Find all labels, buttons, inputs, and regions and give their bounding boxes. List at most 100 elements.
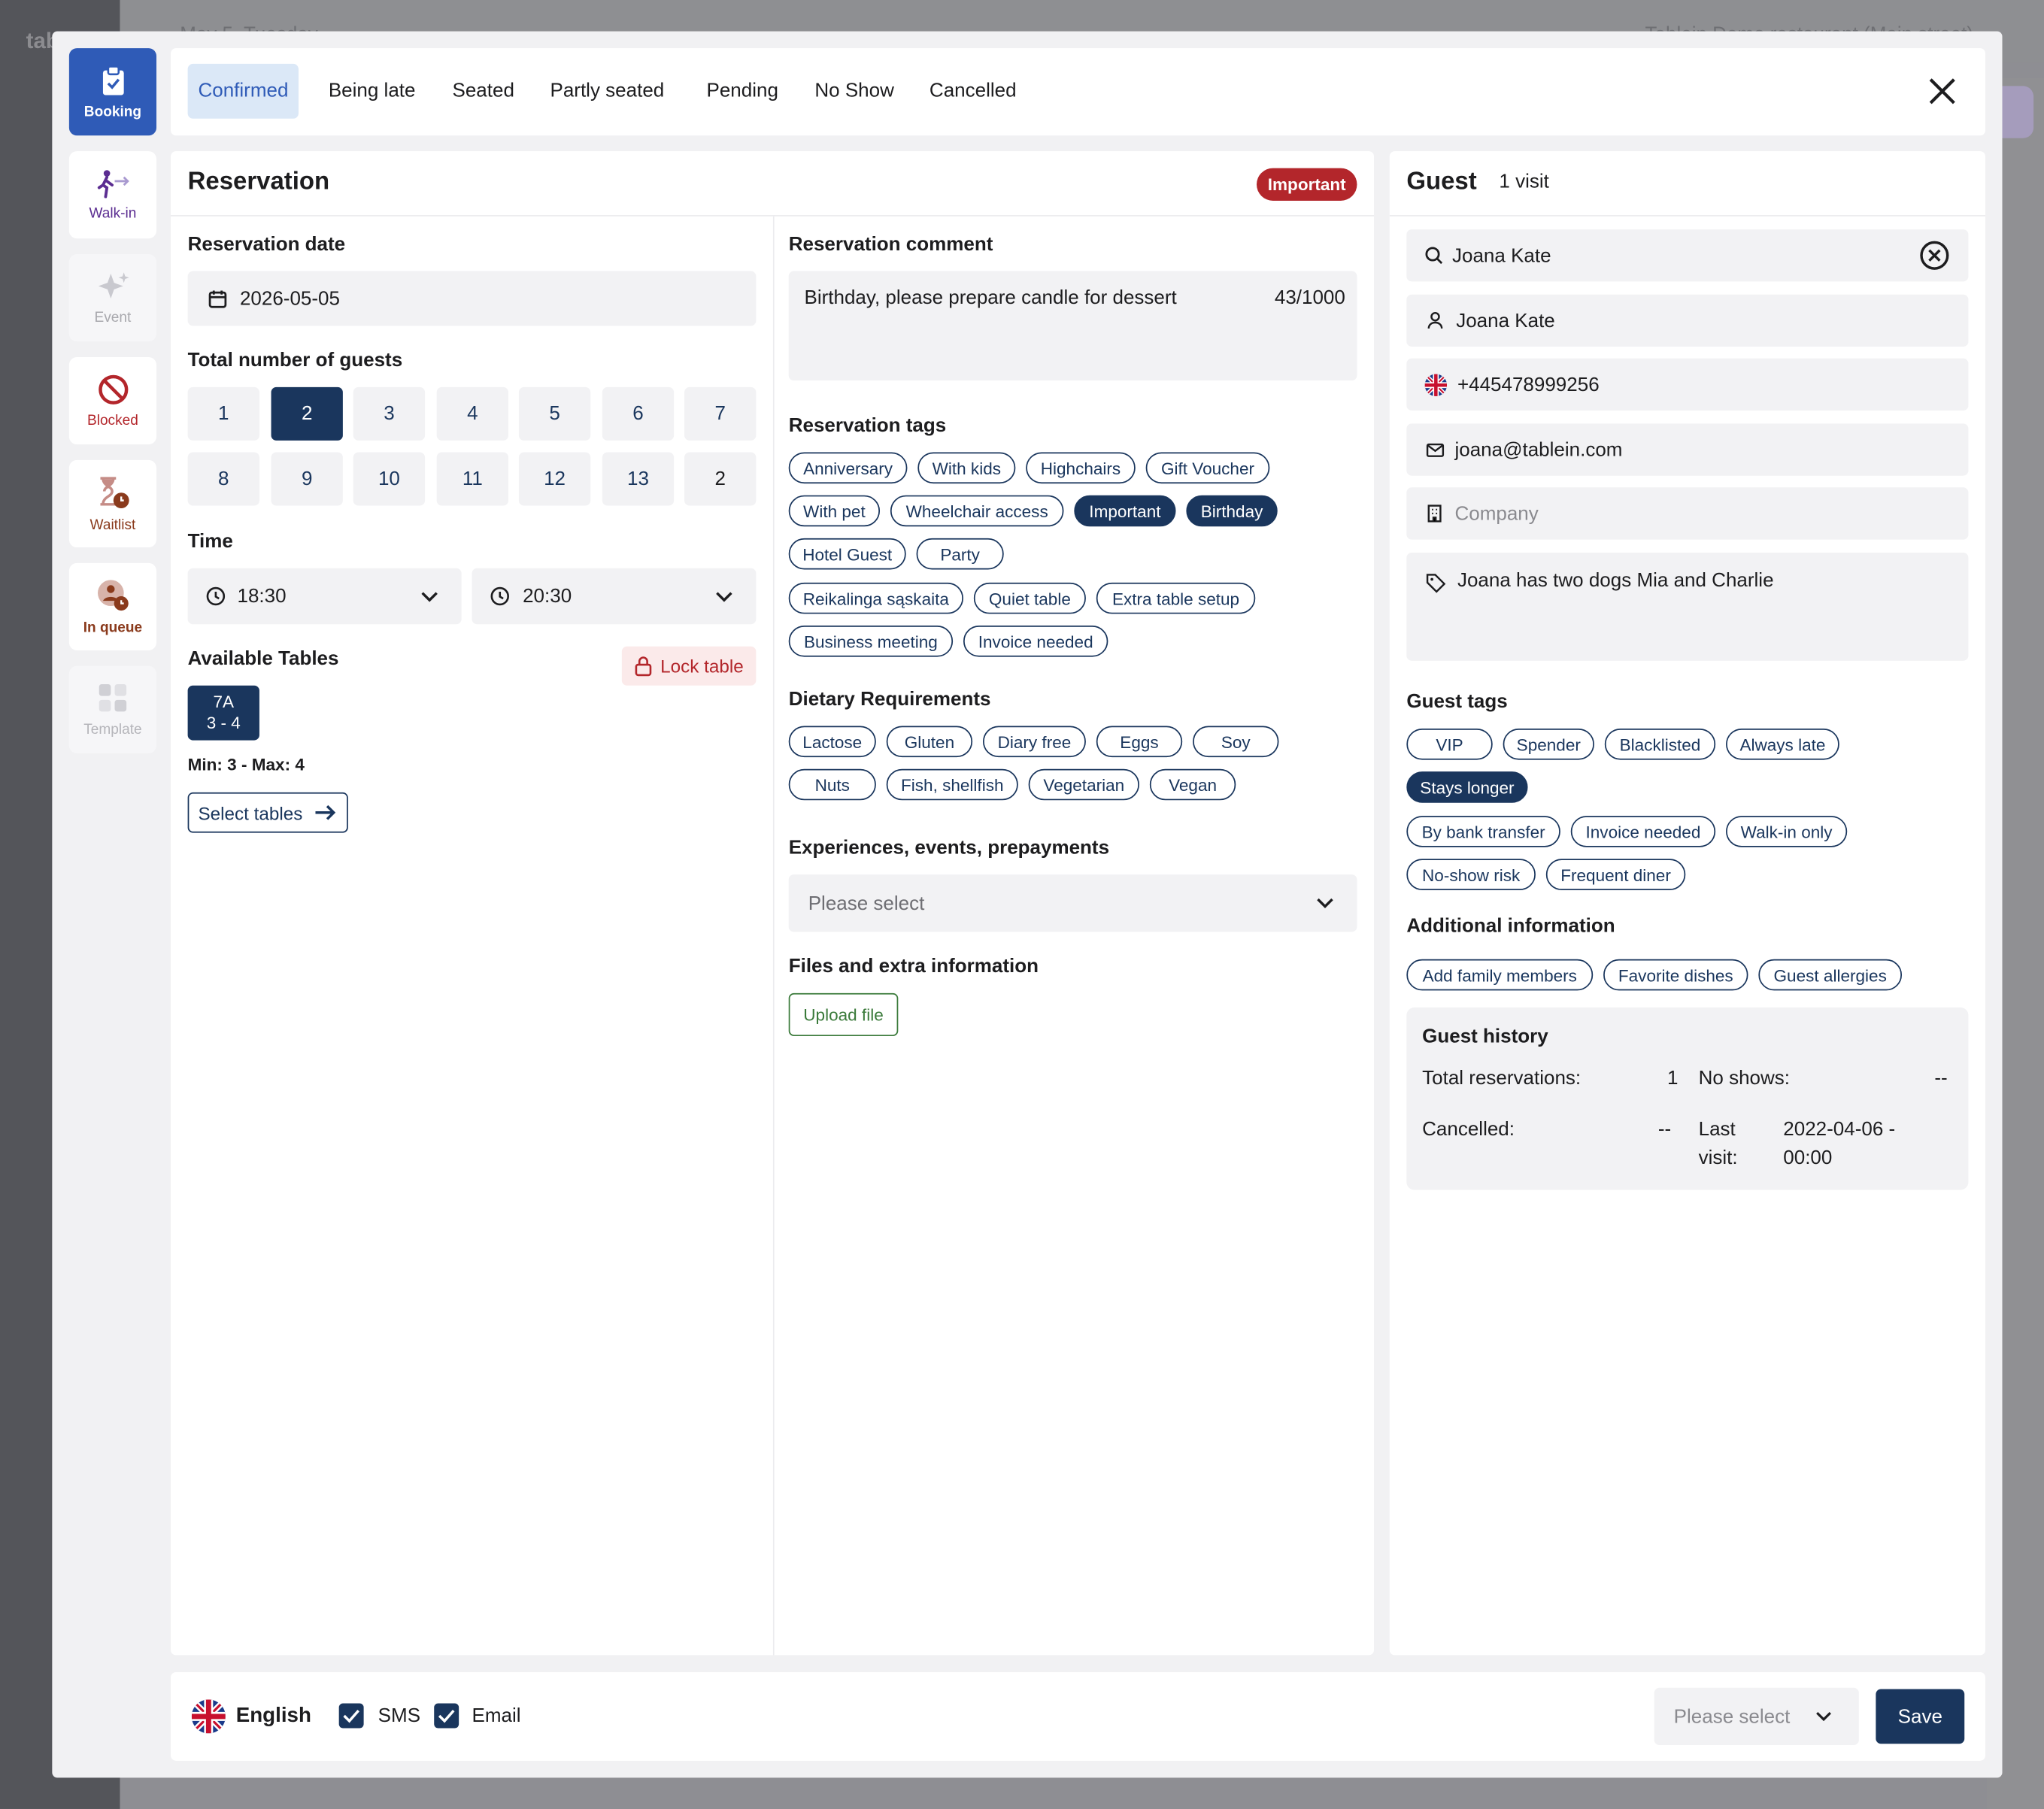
lock-table-button[interactable]: Lock table [621, 646, 757, 686]
dietary-tag[interactable]: Vegetarian [1028, 768, 1139, 801]
search-icon [1425, 247, 1443, 265]
guest-phone-value: +445478999256 [1457, 373, 1600, 396]
guest-count-button[interactable]: 6 [602, 386, 675, 441]
guest-visits: 1 visit [1499, 171, 1549, 193]
dietary-tag[interactable]: Diary free [982, 726, 1086, 758]
last-visit-label: Last [1698, 1118, 1736, 1141]
reservation-tag[interactable]: Reikalinga sąskaita [788, 582, 963, 614]
reservation-tag[interactable]: Extra table setup [1096, 582, 1256, 614]
reservation-tag[interactable]: Birthday [1186, 495, 1278, 527]
rail-waitlist[interactable]: Waitlist [68, 459, 157, 548]
reservation-tag[interactable]: Quiet table [973, 582, 1086, 614]
guest-count-button[interactable]: 13 [602, 452, 675, 506]
arrow-right-icon [315, 805, 336, 820]
sms-checkbox[interactable]: SMS [338, 1703, 420, 1729]
guest-tag[interactable]: VIP [1406, 728, 1493, 760]
reservation-tag[interactable]: With pet [788, 495, 881, 527]
reservation-tag[interactable]: Gift Voucher [1145, 452, 1270, 484]
end-time-select[interactable]: 20:30 [472, 568, 757, 625]
email-checkbox[interactable]: Email [434, 1703, 521, 1729]
guest-tag[interactable]: By bank transfer [1406, 816, 1560, 847]
tab-seated[interactable]: Seated [442, 64, 525, 119]
tab-no-show[interactable]: No Show [805, 64, 905, 119]
reservation-tag[interactable]: Invoice needed [963, 626, 1108, 657]
tab-partly-seated[interactable]: Partly seated [540, 64, 675, 119]
blocked-icon [98, 374, 128, 405]
reservation-date-field[interactable]: 2026-05-05 [187, 271, 757, 326]
reservation-tag[interactable]: Hotel Guest [788, 538, 906, 570]
rail-in-queue[interactable]: In queue [68, 562, 157, 650]
last-visit-value-line2: 00:00 [1783, 1147, 1833, 1169]
guest-company-field[interactable]: Company [1406, 487, 1969, 540]
experiences-select[interactable]: Please select [788, 874, 1357, 932]
reservation-tag[interactable]: Wheelchair access [890, 495, 1064, 527]
dietary-tag[interactable]: Gluten [886, 726, 973, 758]
rail-walk-in[interactable]: Walk-in [68, 151, 157, 239]
guest-tag[interactable]: Frequent diner [1545, 859, 1686, 890]
language-selector[interactable]: English [236, 1704, 311, 1728]
tab-being-late[interactable]: Being late [318, 64, 426, 119]
rail-template[interactable]: Template [68, 665, 157, 753]
guest-allergies-button[interactable]: Guest allergies [1758, 959, 1903, 991]
reservation-tag[interactable]: With kids [917, 452, 1016, 484]
guest-count-button[interactable]: 5 [518, 386, 591, 441]
guest-count-button[interactable]: 2 [271, 386, 343, 441]
add-family-members-button[interactable]: Add family members [1406, 959, 1594, 991]
dietary-tag[interactable]: Lactose [788, 726, 876, 758]
guest-count-button[interactable]: 12 [518, 452, 591, 506]
tab-pending[interactable]: Pending [696, 64, 789, 119]
dietary-tag[interactable]: Eggs [1096, 726, 1183, 758]
guest-tag[interactable]: No-show risk [1406, 859, 1536, 890]
guest-count-button[interactable]: 1 [187, 386, 259, 441]
reservation-tag[interactable]: Important [1074, 495, 1176, 527]
rail-label: Booking [83, 103, 142, 120]
guest-tag[interactable]: Always late [1726, 728, 1839, 760]
guest-count-button[interactable]: 4 [436, 386, 509, 441]
end-time-value: 20:30 [523, 585, 572, 608]
guest-search-input[interactable]: Joana Kate [1406, 229, 1969, 282]
clock-icon [206, 586, 226, 606]
guest-count-button[interactable]: 7 [684, 386, 757, 441]
rail-blocked[interactable]: Blocked [68, 356, 157, 445]
guest-count-button[interactable]: 10 [353, 452, 426, 506]
rail-event[interactable]: Event [68, 254, 157, 342]
table-chip-7a[interactable]: 7A 3 - 4 [187, 685, 259, 741]
important-badge: Important [1256, 168, 1357, 201]
guest-count-button[interactable]: 8 [187, 452, 259, 506]
rail-booking[interactable]: Booking [68, 48, 157, 136]
save-button[interactable]: Save [1876, 1689, 1965, 1744]
select-tables-button[interactable]: Select tables [187, 792, 348, 833]
guest-tag[interactable]: Invoice needed [1570, 816, 1716, 847]
reservation-tag[interactable]: Highchairs [1026, 452, 1136, 484]
upload-file-button[interactable]: Upload file [788, 992, 899, 1037]
guest-count-button[interactable]: 3 [353, 386, 426, 441]
guest-tag[interactable]: Spender [1503, 728, 1594, 760]
comment-textarea[interactable]: Birthday, please prepare candle for dess… [788, 271, 1357, 381]
close-icon[interactable] [1924, 73, 1961, 110]
guest-email-field[interactable]: joana@tablein.com [1406, 423, 1969, 476]
custom-guest-count-input[interactable]: 2 [684, 452, 757, 506]
guest-name-field[interactable]: Joana Kate [1406, 294, 1969, 347]
dietary-tag[interactable]: Fish, shellfish [886, 768, 1018, 801]
start-time-select[interactable]: 18:30 [187, 568, 462, 625]
chevron-down-icon [1317, 898, 1333, 909]
guest-tag[interactable]: Walk-in only [1726, 816, 1848, 847]
dietary-tag[interactable]: Nuts [788, 768, 876, 801]
clear-circle-icon[interactable] [1919, 240, 1951, 271]
guest-phone-field[interactable]: +445478999256 [1406, 358, 1969, 411]
reservation-tag[interactable]: Anniversary [788, 452, 908, 484]
guest-count-button[interactable]: 9 [271, 452, 343, 506]
footer-select[interactable]: Please select [1654, 1687, 1859, 1746]
rail-label: Event [94, 309, 132, 326]
favorite-dishes-button[interactable]: Favorite dishes [1603, 959, 1748, 991]
guest-count-button[interactable]: 11 [436, 452, 509, 506]
tab-cancelled[interactable]: Cancelled [919, 64, 1027, 119]
tab-confirmed[interactable]: Confirmed [187, 63, 299, 119]
guest-note-textarea[interactable]: Joana has two dogs Mia and Charlie [1406, 552, 1969, 661]
dietary-tag[interactable]: Vegan [1149, 768, 1236, 801]
guest-tag[interactable]: Stays longer [1406, 771, 1528, 803]
reservation-tag[interactable]: Party [916, 538, 1004, 570]
reservation-tag[interactable]: Business meeting [788, 626, 954, 657]
dietary-tag[interactable]: Soy [1193, 726, 1279, 758]
guest-tag[interactable]: Blacklisted [1604, 728, 1716, 760]
